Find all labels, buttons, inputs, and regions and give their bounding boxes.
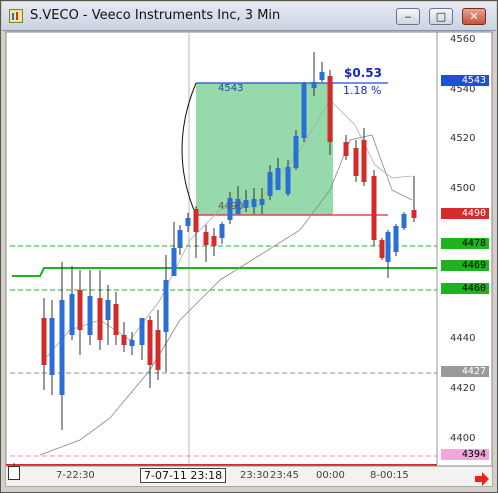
- candle-up: [401, 214, 407, 228]
- candle-up: [163, 280, 169, 332]
- red-right-arrow-icon[interactable]: [474, 471, 490, 487]
- candle-up: [267, 172, 273, 196]
- candle-down: [147, 320, 153, 365]
- crosshair-time-label: 7-07-11 23:18: [140, 468, 227, 483]
- candle-up: [319, 72, 325, 80]
- candle-up: [275, 168, 281, 190]
- measure-delta-label: $0.53: [344, 66, 382, 80]
- candle-up: [49, 318, 55, 375]
- price-tag-cursor: 4490: [441, 208, 489, 219]
- candle-up: [301, 84, 307, 138]
- candle-up: [311, 82, 317, 88]
- price-tick: 4400: [450, 433, 476, 444]
- candle-down: [41, 318, 47, 365]
- candle-down: [77, 290, 83, 330]
- price-tag-level: 4427: [441, 366, 489, 377]
- candle-down: [327, 76, 333, 142]
- candle-up: [385, 232, 391, 262]
- candle-up: [185, 218, 191, 226]
- price-chart[interactable]: [0, 0, 498, 493]
- price-tag-level: 4478: [441, 238, 489, 249]
- price-tick: 4560: [450, 34, 476, 45]
- candle-down: [203, 232, 209, 245]
- price-tick: 4500: [450, 183, 476, 194]
- candle-up: [139, 318, 145, 345]
- price-tag-level: 4460: [441, 283, 489, 294]
- candle-up: [251, 199, 257, 207]
- candle-down: [121, 335, 127, 345]
- candle-up: [259, 199, 265, 205]
- measure-high-label: 4543: [218, 83, 244, 94]
- window-corner-icon[interactable]: [8, 463, 20, 480]
- candle-down: [361, 140, 367, 182]
- price-tag-level: 4469: [441, 260, 489, 271]
- candle-down: [211, 236, 217, 246]
- candle-down: [155, 330, 161, 370]
- candle-up: [105, 300, 111, 320]
- candle-up: [243, 200, 249, 208]
- candle-down: [193, 209, 199, 232]
- candle-down: [97, 298, 103, 340]
- candle-up: [293, 136, 299, 168]
- candle-up: [129, 340, 135, 346]
- candle-down: [113, 304, 119, 335]
- measure-percent-label: 1.18 %: [343, 84, 382, 97]
- time-label: 7-22:30: [56, 470, 95, 481]
- candle-down: [379, 240, 385, 258]
- candle-up: [59, 300, 65, 395]
- price-tick: 4420: [450, 383, 476, 394]
- candle-up: [219, 224, 225, 238]
- price-tick: 4520: [450, 133, 476, 144]
- measure-box[interactable]: [196, 83, 333, 215]
- time-label: 23:45: [270, 470, 299, 481]
- time-label: 23:30: [240, 470, 269, 481]
- candle-down: [411, 210, 417, 218]
- price-tag-last: 4543: [441, 75, 489, 86]
- price-tag-level: 4394: [441, 449, 489, 460]
- candle-up: [87, 296, 93, 335]
- candle-down: [343, 142, 349, 156]
- time-label: 00:00: [316, 470, 345, 481]
- candle-up: [171, 248, 177, 276]
- price-tick: 4440: [450, 333, 476, 344]
- candle-up: [393, 226, 399, 252]
- candle-down: [371, 176, 377, 240]
- candle-up: [69, 294, 75, 335]
- candle-up: [285, 167, 291, 194]
- candle-down: [353, 148, 359, 176]
- time-label: 8-00:15: [370, 470, 409, 481]
- candle-up: [177, 230, 183, 248]
- measure-low-label: 4490: [218, 201, 244, 212]
